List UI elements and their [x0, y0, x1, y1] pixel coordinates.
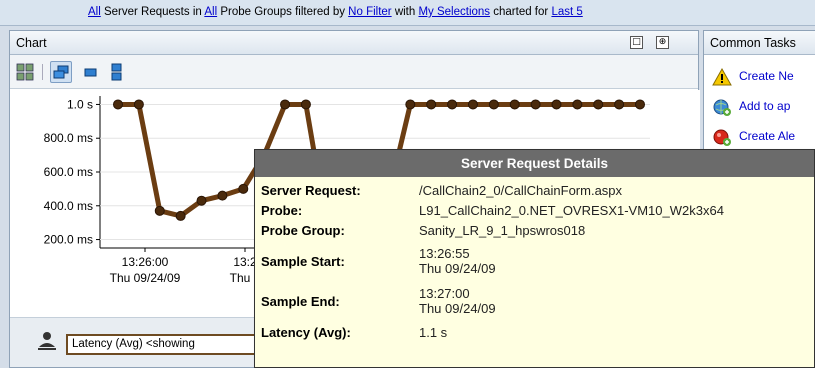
tooltip-value: 13:26:55 Thu 09/24/09: [419, 241, 724, 281]
chart-panel-header: Chart □ ⊕: [10, 31, 698, 55]
chart-toolbar: [10, 55, 698, 89]
server-request-details-tooltip: Server Request Details Server Request: /…: [254, 149, 815, 368]
data-point: [447, 99, 458, 110]
y-tick-label: 200.0 ms: [44, 233, 93, 247]
tooltip-value: 13:27:00 Thu 09/24/09: [419, 281, 724, 321]
x-tick-time-label: 13:26:00: [122, 255, 169, 269]
data-point: [405, 99, 416, 110]
tooltip-date: Thu 09/24/09: [419, 301, 496, 316]
tooltip-date: Thu 09/24/09: [419, 261, 496, 276]
tooltip-key: Probe Group:: [261, 223, 345, 238]
tooltip-row: Sample End: 13:27:00 Thu 09/24/09: [261, 281, 724, 321]
data-point: [426, 99, 437, 110]
data-point: [551, 99, 562, 110]
data-point: [196, 195, 207, 206]
tooltip-row: Probe: L91_CallChain2_0.NET_OVRESX1-VM10…: [261, 200, 724, 220]
warning-icon: [712, 67, 732, 90]
data-point: [593, 99, 604, 110]
no-filter-link[interactable]: No Filter: [348, 6, 391, 18]
tooltip-row: Latency (Avg): 1.1 s: [261, 321, 724, 343]
restore-window-icon[interactable]: □: [630, 36, 643, 49]
my-selections-link[interactable]: My Selections: [418, 6, 490, 18]
grid-icon[interactable]: [14, 61, 36, 83]
data-point: [614, 99, 625, 110]
x-tick-date-label: Thu 09/24/09: [110, 271, 181, 285]
data-point: [175, 210, 186, 221]
data-point: [572, 99, 583, 110]
data-point: [488, 99, 499, 110]
pin-icon[interactable]: ⊕: [656, 36, 669, 49]
data-point: [217, 190, 228, 201]
person-icon: [36, 330, 58, 355]
task-label[interactable]: Create Ne: [739, 69, 794, 83]
y-tick-label: 600.0 ms: [44, 165, 93, 179]
data-point: [300, 99, 311, 110]
filter-text-3: with: [391, 6, 419, 18]
common-tasks-title: Common Tasks: [704, 31, 815, 55]
tooltip-value: /CallChain2_0/CallChainForm.aspx: [419, 182, 623, 198]
tooltip-value: Sanity_LR_9_1_hpswros018: [419, 223, 586, 238]
tooltip-time: 13:26:55: [419, 246, 470, 261]
tooltip-value: 1.1 s: [419, 324, 448, 340]
toolbar-divider: [42, 64, 43, 80]
tooltip-key: Probe:: [261, 202, 303, 218]
data-point: [154, 205, 165, 216]
y-tick-label: 1.0 s: [67, 97, 93, 111]
y-tick-label: 400.0 ms: [44, 199, 93, 213]
tooltip-key: Server Request:: [261, 182, 361, 198]
globe-add-icon: [712, 97, 732, 120]
alert-icon: [712, 127, 732, 150]
tooltip-details-table: Server Request: /CallChain2_0/CallChainF…: [261, 180, 724, 343]
filter-bar: All Server Requests in All Probe Groups …: [0, 0, 815, 26]
tooltip-row: Sample Start: 13:26:55 Thu 09/24/09: [261, 241, 724, 281]
tooltip-key: Sample Start:: [261, 253, 345, 269]
all-groups-link[interactable]: All: [204, 6, 217, 18]
tooltip-value: L91_CallChain2_0.NET_OVRESX1-VM10_W2k3x6…: [419, 202, 724, 218]
data-point: [530, 99, 541, 110]
stacked-panels-icon[interactable]: [50, 61, 72, 83]
tooltip-key: Latency (Avg):: [261, 324, 351, 340]
data-point: [635, 99, 645, 110]
data-point: [509, 99, 520, 110]
data-point: [280, 99, 291, 110]
filter-text-4: charted for: [490, 6, 552, 18]
tooltip-row: Server Request: /CallChain2_0/CallChainF…: [261, 180, 724, 200]
data-point: [113, 99, 123, 110]
task-label[interactable]: Add to ap: [739, 99, 790, 113]
split-panels-icon[interactable]: [106, 61, 128, 83]
tooltip-time: 13:27:00: [419, 286, 470, 301]
single-panel-icon[interactable]: [80, 61, 102, 83]
data-point: [238, 183, 249, 194]
task-label[interactable]: Create Ale: [739, 129, 795, 143]
y-tick-label: 800.0 ms: [44, 131, 93, 145]
filter-text-1: Server Requests in: [100, 6, 205, 18]
tooltip-title: Server Request Details: [255, 150, 814, 177]
data-point: [133, 99, 144, 110]
tooltip-row: Probe Group: Sanity_LR_9_1_hpswros018: [261, 220, 724, 241]
all-requests-link[interactable]: All: [88, 6, 101, 18]
time-range-link[interactable]: Last 5: [551, 6, 582, 18]
chart-panel-title: Chart: [16, 36, 47, 50]
filter-text-2: Probe Groups filtered by: [217, 6, 349, 18]
tooltip-key: Sample End:: [261, 293, 340, 309]
data-point: [467, 99, 478, 110]
